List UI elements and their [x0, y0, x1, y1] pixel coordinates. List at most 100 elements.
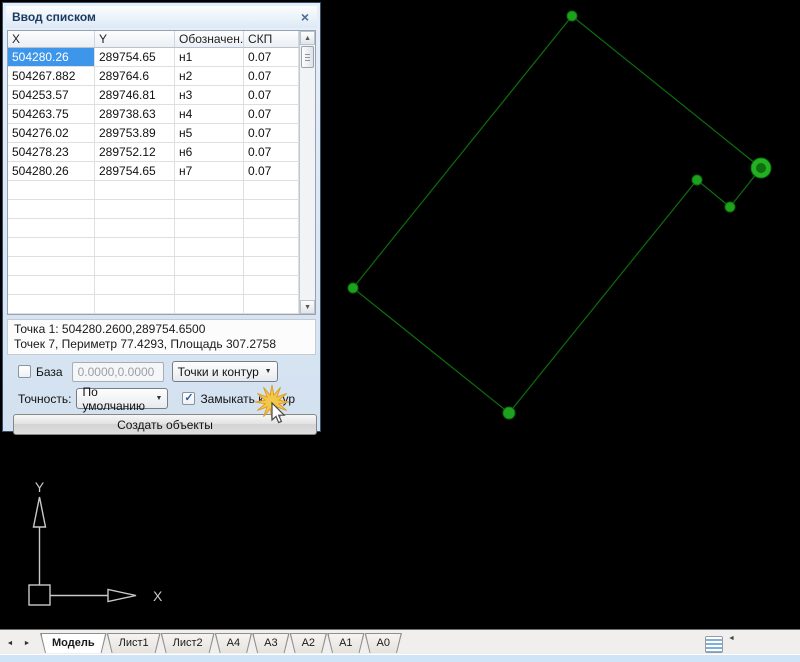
- cell-name[interactable]: [175, 295, 244, 314]
- sheet-tab-list2[interactable]: Лист2: [161, 633, 215, 653]
- cell-y[interactable]: 289738.63: [95, 105, 175, 124]
- sheet-tab-a2[interactable]: A2: [290, 633, 327, 653]
- cell-skp[interactable]: [244, 257, 299, 276]
- scroll-up-icon[interactable]: ▲: [300, 31, 315, 45]
- mode-combobox[interactable]: Точки и контур ▼: [172, 361, 278, 382]
- base-label[interactable]: База: [36, 365, 63, 379]
- column-header-name[interactable]: Обозначен...: [175, 31, 244, 48]
- cell-x[interactable]: [8, 181, 95, 200]
- cell-skp[interactable]: 0.07: [244, 48, 299, 67]
- cell-x[interactable]: [8, 200, 95, 219]
- cell-name[interactable]: [175, 238, 244, 257]
- cell-y[interactable]: 289754.65: [95, 162, 175, 181]
- cell-name[interactable]: [175, 200, 244, 219]
- table-scrollbar[interactable]: ▲ ▼: [299, 31, 315, 314]
- precision-row: Точность: По умолчанию ▼ ✓ Замыкать конт…: [18, 388, 313, 409]
- close-icon[interactable]: ×: [297, 10, 313, 24]
- cell-name[interactable]: н2: [175, 67, 244, 86]
- cell-skp[interactable]: [244, 276, 299, 295]
- create-objects-button[interactable]: Создать объекты: [13, 414, 317, 435]
- cell-y[interactable]: [95, 238, 175, 257]
- hscrollbar-thumb[interactable]: [705, 636, 723, 653]
- cell-name[interactable]: н1: [175, 48, 244, 67]
- cell-y[interactable]: [95, 276, 175, 295]
- table-row-empty: [8, 238, 299, 257]
- cell-x[interactable]: [8, 257, 95, 276]
- cell-x[interactable]: 504278.23: [8, 143, 95, 162]
- cell-y[interactable]: [95, 219, 175, 238]
- cell-y[interactable]: [95, 295, 175, 314]
- points-table: X Y Обозначен... СКП 504280.26289754.65н…: [7, 30, 316, 315]
- close-contour-checkbox[interactable]: ✓: [182, 392, 195, 405]
- cell-name[interactable]: н3: [175, 86, 244, 105]
- cell-skp[interactable]: [244, 219, 299, 238]
- cell-name[interactable]: [175, 276, 244, 295]
- ucs-x-label: X: [153, 588, 163, 604]
- sheet-tab-model[interactable]: Модель: [40, 633, 107, 653]
- sheet-tab-a4[interactable]: A4: [215, 633, 252, 653]
- cell-name[interactable]: н4: [175, 105, 244, 124]
- base-coordinates-input[interactable]: [72, 362, 164, 382]
- cell-skp[interactable]: 0.07: [244, 105, 299, 124]
- close-contour-label[interactable]: Замыкать контур: [200, 392, 295, 406]
- cell-y[interactable]: [95, 257, 175, 276]
- precision-combobox[interactable]: По умолчанию ▼: [76, 388, 168, 409]
- cell-x[interactable]: 504280.26: [8, 48, 95, 67]
- cell-x[interactable]: 504280.26: [8, 162, 95, 181]
- cell-skp[interactable]: [244, 181, 299, 200]
- tab-scroll-left-icon[interactable]: ◄: [3, 635, 17, 651]
- cell-name[interactable]: [175, 257, 244, 276]
- cell-y[interactable]: 289746.81: [95, 86, 175, 105]
- base-checkbox[interactable]: [18, 365, 31, 378]
- table-row: 504253.57289746.81н30.07: [8, 86, 299, 105]
- sheet-tab-list1[interactable]: Лист1: [107, 633, 161, 653]
- cell-skp[interactable]: 0.07: [244, 162, 299, 181]
- table-row-empty: [8, 276, 299, 295]
- cell-x[interactable]: [8, 295, 95, 314]
- cell-x[interactable]: [8, 238, 95, 257]
- cell-y[interactable]: 289752.12: [95, 143, 175, 162]
- cell-y[interactable]: [95, 200, 175, 219]
- cell-name[interactable]: н5: [175, 124, 244, 143]
- cell-x[interactable]: 504276.02: [8, 124, 95, 143]
- scroll-down-icon[interactable]: ▼: [300, 300, 315, 314]
- cell-name[interactable]: [175, 219, 244, 238]
- tab-scroll-right-icon[interactable]: ►: [20, 635, 34, 651]
- cell-skp[interactable]: 0.07: [244, 143, 299, 162]
- cell-x[interactable]: 504267.882: [8, 67, 95, 86]
- scroll-left-arrow-icon[interactable]: ◄: [728, 635, 735, 642]
- cell-skp[interactable]: 0.07: [244, 86, 299, 105]
- column-header-y[interactable]: Y: [95, 31, 175, 48]
- column-header-skp[interactable]: СКП: [244, 31, 299, 48]
- scrollbar-thumb[interactable]: [301, 46, 314, 68]
- table-row: 504263.75289738.63н40.07: [8, 105, 299, 124]
- cell-x[interactable]: 504253.57: [8, 86, 95, 105]
- cell-y[interactable]: 289754.65: [95, 48, 175, 67]
- cell-skp[interactable]: 0.07: [244, 67, 299, 86]
- scrollbar-track[interactable]: [300, 69, 315, 300]
- summary-line-point: Точка 1: 504280.2600,289754.6500: [14, 322, 309, 337]
- cell-skp[interactable]: [244, 295, 299, 314]
- sheet-tab-a1[interactable]: A1: [327, 633, 364, 653]
- table-row: 504267.882289764.6н20.07: [8, 67, 299, 86]
- sheet-tab-a0[interactable]: A0: [365, 633, 402, 653]
- cell-name[interactable]: [175, 181, 244, 200]
- cell-y[interactable]: 289753.89: [95, 124, 175, 143]
- dialog-title: Ввод списком: [12, 10, 96, 24]
- cell-name[interactable]: н6: [175, 143, 244, 162]
- cell-y[interactable]: [95, 181, 175, 200]
- cell-x[interactable]: [8, 276, 95, 295]
- cell-skp[interactable]: [244, 238, 299, 257]
- sheet-tab-a3[interactable]: A3: [252, 633, 289, 653]
- table-row: 504276.02289753.89н50.07: [8, 124, 299, 143]
- cell-skp[interactable]: 0.07: [244, 124, 299, 143]
- dialog-titlebar[interactable]: Ввод списком ×: [6, 6, 317, 28]
- summary-info-box: Точка 1: 504280.2600,289754.6500 Точек 7…: [7, 319, 316, 355]
- column-header-x[interactable]: X: [8, 31, 95, 48]
- cell-skp[interactable]: [244, 200, 299, 219]
- mode-combobox-value: Точки и контур: [178, 365, 259, 379]
- cell-name[interactable]: н7: [175, 162, 244, 181]
- cell-x[interactable]: 504263.75: [8, 105, 95, 124]
- cell-x[interactable]: [8, 219, 95, 238]
- cell-y[interactable]: 289764.6: [95, 67, 175, 86]
